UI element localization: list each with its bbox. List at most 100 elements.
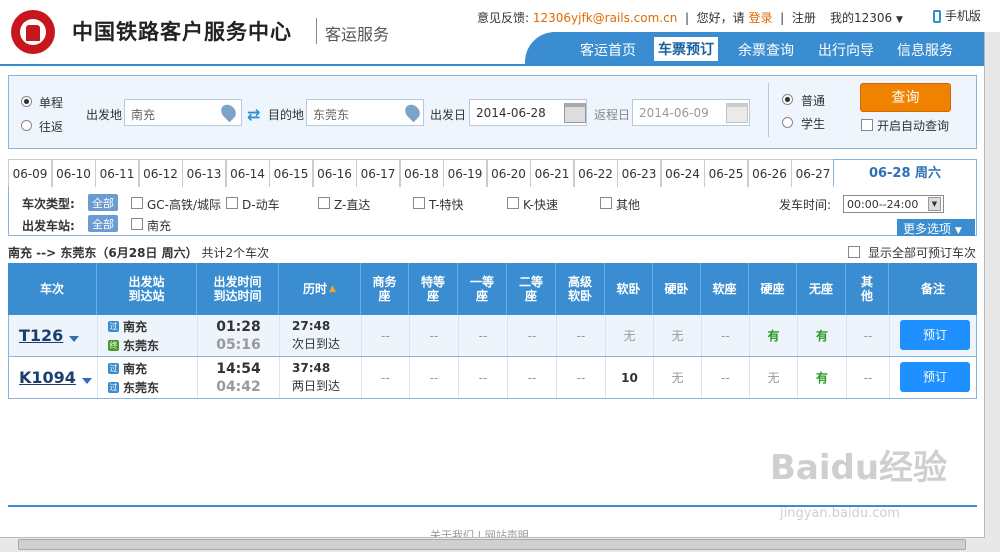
date-tab[interactable]: 06-15 xyxy=(269,159,313,187)
date-tab[interactable]: 06-23 xyxy=(617,159,661,187)
nav-home[interactable]: 客运首页 xyxy=(580,40,636,60)
date-tab[interactable]: 06-17 xyxy=(356,159,400,187)
calendar-icon[interactable] xyxy=(564,103,586,123)
count-text: 共计2个车次 xyxy=(201,246,270,260)
seat-availability: 有 xyxy=(797,357,846,398)
date-tab[interactable]: 06-16 xyxy=(312,159,357,187)
date-tab[interactable]: 06-13 xyxy=(182,159,226,187)
date-tab-active[interactable]: 06-28 周六 xyxy=(833,159,977,187)
train-type-checkbox[interactable] xyxy=(600,197,612,209)
normal-ticket-radio[interactable] xyxy=(782,94,793,105)
divider xyxy=(316,18,317,44)
more-options-label: 更多选项 xyxy=(903,222,952,236)
station-checkbox[interactable] xyxy=(131,218,143,230)
side-scrollbar[interactable] xyxy=(984,32,1000,552)
calendar-icon[interactable] xyxy=(726,103,748,123)
phone-icon xyxy=(933,10,941,23)
chevron-down-icon[interactable] xyxy=(81,377,92,384)
date-tab[interactable]: 06-19 xyxy=(443,159,487,187)
date-tab[interactable]: 06-25 xyxy=(704,159,748,187)
scrollbar-thumb[interactable] xyxy=(18,539,966,550)
from-value: 南充 xyxy=(131,108,156,122)
col-note: 备注 xyxy=(888,263,977,315)
date-tab[interactable]: 06-22 xyxy=(573,159,618,187)
col-seat: 商务座 xyxy=(360,263,408,315)
top-links: 意见反馈: 12306yjfk@rails.com.cn | 您好，请 登录 |… xyxy=(477,11,816,25)
date-tab[interactable]: 06-26 xyxy=(747,159,792,187)
chevron-down-icon[interactable] xyxy=(69,335,80,342)
date-tab[interactable]: 06-20 xyxy=(486,159,531,187)
col-train: 车次 xyxy=(39,282,64,296)
student-ticket-radio[interactable] xyxy=(782,117,793,128)
from-station: 过南充 xyxy=(108,360,147,377)
return-date-value: 2014-06-09 xyxy=(639,106,709,120)
depart-time-select[interactable]: 00:00--24:00 ▼ xyxy=(843,195,944,213)
date-tab[interactable]: 06-24 xyxy=(660,159,705,187)
date-tab[interactable]: 06-09 xyxy=(8,159,52,187)
swap-icon[interactable]: ⇄ xyxy=(247,105,260,124)
feedback-label: 意见反馈: xyxy=(477,11,530,25)
station-cell: 过南充终东莞东 xyxy=(97,315,197,356)
my12306-label: 我的12306 xyxy=(830,11,893,25)
col-seat: 其他 xyxy=(845,263,888,315)
nav-info[interactable]: 信息服务 xyxy=(897,40,953,60)
depart-time-label: 发车时间: xyxy=(779,198,832,212)
date-tab[interactable]: 06-18 xyxy=(399,159,444,187)
more-options-button[interactable]: 更多选项 ▼ xyxy=(897,219,975,236)
train-type-checkbox[interactable] xyxy=(226,197,238,209)
arrival-note: 次日到达 xyxy=(292,337,341,351)
chevron-down-icon: ▼ xyxy=(896,15,903,25)
station-all-chip[interactable]: 全部 xyxy=(88,215,118,232)
register-link[interactable]: 注册 xyxy=(792,11,816,25)
logo xyxy=(11,10,55,54)
seat-availability: -- xyxy=(458,315,507,356)
show-all-checkbox[interactable] xyxy=(848,246,860,258)
train-number-link[interactable]: T126 xyxy=(19,326,63,345)
seat-availability: -- xyxy=(701,357,749,398)
train-type-option: Z-直达 xyxy=(334,198,371,212)
col-time[interactable]: 出发时间 到达时间 xyxy=(196,263,278,315)
train-type-checkbox[interactable] xyxy=(318,197,330,209)
date-tab[interactable]: 06-10 xyxy=(51,159,96,187)
note-cell: 预订 xyxy=(889,357,978,398)
train-number-link[interactable]: K1094 xyxy=(19,368,76,387)
feedback-email-link[interactable]: 12306yjfk@rails.com.cn xyxy=(533,11,677,25)
auto-query-checkbox[interactable] xyxy=(861,119,873,131)
nav-booking[interactable]: 车票预订 xyxy=(654,37,718,61)
site-subtitle: 客运服务 xyxy=(325,25,390,44)
train-type-all-chip[interactable]: 全部 xyxy=(88,194,118,211)
col-seat: 一等座 xyxy=(457,263,506,315)
station-name: 东莞东 xyxy=(123,338,160,353)
my12306-menu[interactable]: 我的12306 ▼ xyxy=(830,9,903,26)
train-type-checkbox[interactable] xyxy=(507,197,519,209)
col-duration[interactable]: 历时 ▲ xyxy=(278,263,360,315)
nav-remaining[interactable]: 余票查询 xyxy=(738,40,794,60)
date-tab[interactable]: 06-21 xyxy=(530,159,574,187)
duration-cell: 27:48 次日到达 xyxy=(279,315,361,356)
seat-availability: -- xyxy=(556,357,605,398)
oneway-radio[interactable] xyxy=(21,96,32,107)
date-tab[interactable]: 06-11 xyxy=(95,159,139,187)
col-seat: 软卧 xyxy=(604,263,652,315)
train-type-checkbox[interactable] xyxy=(131,197,143,209)
seat-availability: 无 xyxy=(653,357,701,398)
date-tab[interactable]: 06-12 xyxy=(138,159,183,187)
date-tab[interactable]: 06-14 xyxy=(225,159,270,187)
date-tab[interactable]: 06-27 xyxy=(791,159,835,187)
query-button[interactable]: 查询 xyxy=(860,83,951,112)
nav-guide[interactable]: 出行向导 xyxy=(818,40,874,60)
table-row: T126 过南充终东莞东 01:28 05:16 27:48 次日到达 -- -- -- -- --… xyxy=(8,315,977,357)
roundtrip-radio[interactable] xyxy=(21,120,32,131)
train-type-checkbox[interactable] xyxy=(413,197,425,209)
book-button[interactable]: 预订 xyxy=(900,362,970,392)
book-button[interactable]: 预订 xyxy=(900,320,970,350)
to-station: 过东莞东 xyxy=(108,379,159,396)
train-type-option: T-特快 xyxy=(429,198,464,212)
duration: 27:48 xyxy=(292,319,331,333)
mobile-link[interactable]: 手机版 xyxy=(933,7,981,24)
login-link[interactable]: 登录 xyxy=(748,11,772,25)
seat-availability: 无 xyxy=(749,357,797,398)
duration: 37:48 xyxy=(292,361,331,375)
seat-availability: 无 xyxy=(605,315,653,356)
col-seat: 二等座 xyxy=(506,263,555,315)
